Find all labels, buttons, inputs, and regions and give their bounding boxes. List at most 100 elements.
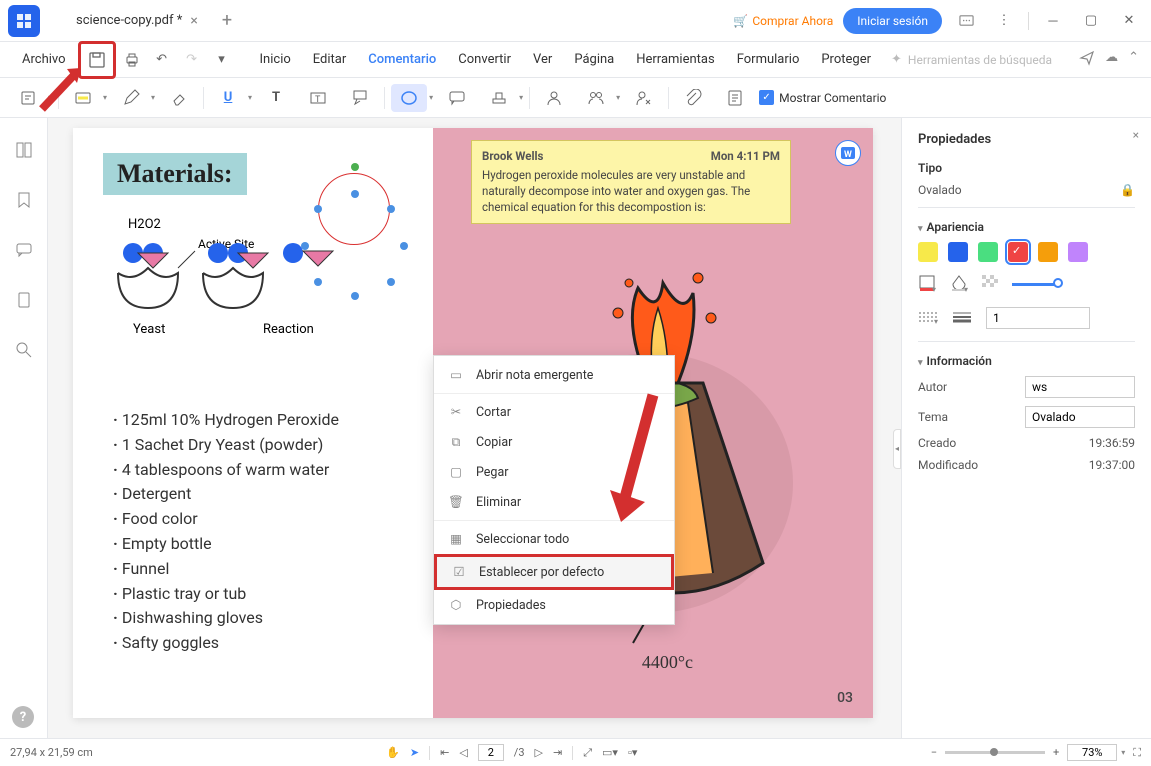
sticky-note[interactable]: Brook Wells Mon 4:11 PM Hydrogen peroxid… (471, 140, 791, 224)
close-panel-icon[interactable]: × (1133, 128, 1139, 142)
comment-tool[interactable] (439, 84, 475, 112)
resize-handle-ne[interactable] (387, 205, 395, 213)
search-tools-icon[interactable]: ✦ (891, 52, 902, 67)
chevron-down-icon[interactable]: ▾ (1121, 748, 1125, 757)
resize-handle-n[interactable] (351, 190, 359, 198)
swatch-green[interactable] (978, 242, 998, 262)
select-tool-icon[interactable]: ➤ (410, 746, 419, 759)
underline-tool[interactable]: U (210, 84, 246, 112)
attachment-tool[interactable] (675, 84, 711, 112)
comment-panel-icon[interactable] (12, 238, 36, 262)
menu-pagina[interactable]: Página (564, 46, 624, 73)
close-window-button[interactable]: ✕ (1115, 7, 1143, 35)
buy-now-button[interactable]: 🛒 Comprar Ahora (733, 14, 833, 28)
chevron-down-icon[interactable]: ▾ (429, 93, 433, 102)
share-icon[interactable] (1079, 50, 1095, 70)
fullscreen-icon[interactable]: ⛶ (1133, 746, 1141, 760)
bookmark-panel-icon[interactable] (12, 188, 36, 212)
chevron-down-icon[interactable]: ▾ (103, 93, 107, 102)
undo-button[interactable]: ↶ (148, 46, 176, 74)
zoom-in-icon[interactable]: + (1053, 746, 1059, 759)
textbox-tool[interactable]: T (300, 84, 336, 112)
next-page-icon[interactable]: ▷ (535, 746, 543, 759)
canvas[interactable]: Materials: H2O2 Active Site Yeast Rea (48, 118, 901, 738)
author-input[interactable] (1025, 376, 1135, 398)
menu-editar[interactable]: Editar (303, 46, 357, 73)
search-tools-input[interactable]: Herramientas de búsqueda (908, 53, 1052, 67)
login-button[interactable]: Iniciar sesión (843, 8, 942, 34)
dropdown-icon[interactable]: ▾ (208, 46, 236, 74)
lock-icon[interactable]: 🔒 (1120, 183, 1135, 197)
resize-handle-sw[interactable] (314, 278, 322, 286)
form-tool[interactable] (717, 84, 753, 112)
close-tab-icon[interactable]: × (190, 13, 197, 29)
line-weight-control[interactable] (952, 310, 972, 327)
opacity-control[interactable] (982, 275, 998, 294)
resize-handle-s[interactable] (351, 292, 359, 300)
last-page-icon[interactable]: ⇥ (553, 746, 562, 759)
chevron-down-icon[interactable]: ▾ (918, 358, 923, 368)
menu-inicio[interactable]: Inicio (250, 46, 301, 73)
chevron-down-icon[interactable]: ▾ (248, 93, 252, 102)
resize-handle-nw[interactable] (314, 205, 322, 213)
edit-person-tool[interactable] (626, 84, 662, 112)
stamp-tool[interactable] (481, 84, 517, 112)
eraser-tool[interactable] (161, 84, 197, 112)
theme-input[interactable] (1025, 406, 1135, 428)
ctx-open-popup-note[interactable]: ▭Abrir nota emergente (434, 360, 674, 390)
rotation-handle[interactable] (351, 163, 359, 171)
print-button[interactable] (118, 46, 146, 74)
fit-width-icon[interactable]: ⤢ (583, 746, 592, 760)
maximize-button[interactable]: ▢ (1077, 7, 1105, 35)
menu-proteger[interactable]: Proteger (811, 46, 881, 73)
chevron-down-icon[interactable]: ▾ (616, 93, 620, 102)
pencil-tool[interactable] (113, 84, 149, 112)
person-tool[interactable] (536, 84, 572, 112)
zoom-out-icon[interactable]: − (931, 746, 937, 759)
swatch-orange[interactable] (1038, 242, 1058, 262)
new-tab-button[interactable]: + (222, 10, 232, 31)
ctx-properties[interactable]: ⬡Propiedades (434, 590, 674, 620)
people-tool[interactable] (578, 84, 614, 112)
text-tool[interactable]: T (258, 84, 294, 112)
chevron-down-icon[interactable]: ▾ (519, 93, 523, 102)
page-number-input[interactable] (478, 744, 504, 761)
word-export-badge[interactable]: W (835, 140, 861, 166)
hand-tool-icon[interactable]: ✋ (386, 746, 400, 759)
stroke-color-control[interactable]: ▾ (918, 274, 936, 295)
chevron-down-icon[interactable]: ▾ (151, 93, 155, 102)
help-button[interactable]: ? (12, 706, 34, 728)
resize-handle-e[interactable] (400, 242, 408, 250)
layout-icon[interactable]: ▭▾ (602, 746, 618, 759)
menu-herramientas[interactable]: Herramientas (626, 46, 724, 73)
opacity-input[interactable] (986, 307, 1090, 329)
zoom-input[interactable] (1067, 744, 1117, 761)
prev-page-icon[interactable]: ◁ (459, 746, 467, 759)
chevron-down-icon[interactable]: ▾ (918, 224, 923, 234)
line-style-control[interactable]: ▾ (918, 310, 938, 327)
menu-convertir[interactable]: Convertir (448, 46, 521, 73)
messages-icon[interactable] (952, 7, 980, 35)
collapse-ribbon-icon[interactable]: ⌃ (1128, 50, 1139, 70)
collapse-right-panel[interactable]: ◂ (893, 429, 901, 469)
fill-color-control[interactable]: ▾ (950, 274, 968, 295)
save-button-highlighted[interactable] (78, 41, 116, 79)
oval-annotation[interactable] (318, 173, 390, 245)
redo-button[interactable]: ↷ (178, 46, 206, 74)
view-mode-icon[interactable]: ▫▾ (628, 746, 637, 759)
callout-tool[interactable] (342, 84, 378, 112)
document-tab[interactable]: science-copy.pdf * × (64, 7, 210, 35)
cloud-icon[interactable]: ☁ (1105, 50, 1118, 70)
menu-comentario[interactable]: Comentario (358, 46, 446, 73)
minimize-button[interactable]: ─ (1039, 7, 1067, 35)
swatch-red[interactable] (1008, 242, 1028, 262)
ctx-set-default[interactable]: ☑Establecer por defecto (434, 554, 674, 590)
menu-ver[interactable]: Ver (523, 46, 562, 73)
resize-handle-w[interactable] (301, 242, 309, 250)
resize-handle-se[interactable] (387, 278, 395, 286)
search-panel-icon[interactable] (12, 338, 36, 362)
zoom-slider[interactable] (945, 751, 1045, 754)
shape-oval-tool[interactable] (391, 84, 427, 112)
more-icon[interactable]: ⋮ (990, 7, 1018, 35)
thumbnail-panel-icon[interactable] (12, 138, 36, 162)
